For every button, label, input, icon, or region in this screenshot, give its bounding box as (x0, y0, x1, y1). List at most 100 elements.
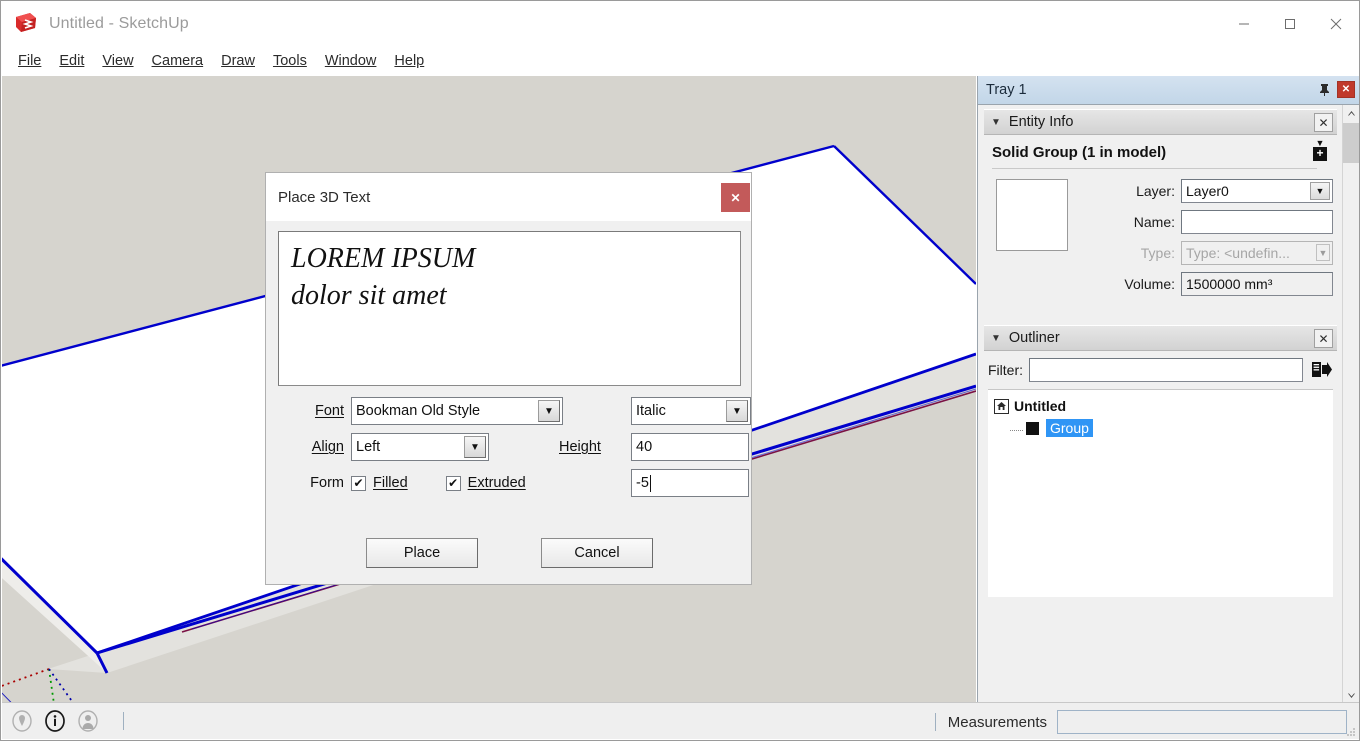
user-avatar-icon[interactable] (76, 709, 100, 733)
plus-icon: + (1313, 147, 1327, 161)
font-row: Font Bookman Old Style ▼ Italic ▼ (278, 397, 751, 425)
outliner-close-button[interactable]: ✕ (1314, 329, 1333, 348)
chevron-down-icon[interactable]: ▼ (1310, 182, 1330, 200)
entity-info-heading: Solid Group (1 in model) (992, 144, 1167, 161)
outliner-filter-row: Filter: (988, 358, 1333, 382)
menu-view-label: View (102, 53, 134, 69)
chevron-down-icon[interactable]: ▼ (464, 436, 486, 458)
solid-group-thumbnail (996, 179, 1068, 251)
chevron-down-icon[interactable]: ▼ (538, 400, 560, 422)
tray-close-button[interactable]: ✕ (1337, 81, 1355, 98)
outliner-tree[interactable]: Untitled Group (988, 389, 1333, 597)
entity-field-name: Name: (1076, 210, 1333, 234)
home-icon (994, 398, 1009, 414)
dialog-close-button[interactable]: ✕ (721, 183, 750, 212)
entity-field-volume: Volume: 1500000 mm³ (1076, 272, 1333, 296)
dialog-buttons: Place Cancel (266, 538, 753, 568)
outliner-filter-input[interactable] (1029, 358, 1303, 382)
info-circle-icon[interactable] (43, 709, 67, 733)
measurements-divider (934, 713, 936, 731)
place-button[interactable]: Place (366, 538, 478, 568)
entity-info-fields: Layer: Layer0 ▼ Name: Type: Type: <undef… (1076, 179, 1333, 303)
font-style-combobox[interactable]: Italic ▼ (631, 397, 751, 425)
menu-draw[interactable]: Draw (212, 51, 264, 71)
sketchup-window: Untitled - SketchUp File Edit View Camer… (0, 0, 1360, 741)
filled-checkbox[interactable]: ✔ (351, 475, 366, 491)
menu-window[interactable]: Window (316, 51, 386, 71)
resize-grip[interactable] (1345, 725, 1357, 737)
maximize-button[interactable] (1267, 1, 1313, 47)
extrude-depth-input[interactable]: -5 (631, 469, 749, 497)
window-titlebar: Untitled - SketchUp (1, 1, 1359, 47)
menu-window-label: Window (324, 53, 377, 69)
menubar: File Edit View Camera Draw Tools Window … (1, 47, 1359, 75)
outliner-group-label[interactable]: Group (1046, 419, 1093, 437)
dialog-titlebar: Place 3D Text ✕ (266, 173, 751, 221)
type-combobox: Type: <undefin... ▼ (1181, 241, 1333, 265)
align-label: Align (311, 439, 344, 455)
scroll-up-button[interactable] (1343, 105, 1360, 122)
entity-info-expander-button[interactable]: ▼ + (1311, 139, 1329, 165)
entity-info-title: Entity Info (1008, 114, 1074, 130)
chevron-down-icon[interactable]: ▼ (991, 117, 1001, 128)
layer-combobox[interactable]: Layer0 ▼ (1181, 179, 1333, 203)
height-label: Height (559, 439, 601, 455)
chevron-down-icon[interactable]: ▼ (991, 333, 1001, 344)
tray-scrollbar[interactable] (1342, 105, 1359, 704)
chevron-down-icon[interactable]: ▼ (726, 400, 748, 422)
cancel-button[interactable]: Cancel (541, 538, 653, 568)
entity-field-type: Type: Type: <undefin... ▼ (1076, 241, 1333, 265)
name-label: Name: (1133, 214, 1175, 230)
align-value: Left (356, 439, 381, 455)
outliner-header[interactable]: ▼ Outliner ✕ (984, 325, 1337, 351)
minimize-button[interactable] (1221, 1, 1267, 47)
entity-info-grid: Layer: Layer0 ▼ Name: Type: Type: <undef… (992, 179, 1333, 303)
menu-edit-label: Edit (59, 53, 85, 69)
outliner-root-node[interactable]: Untitled (994, 395, 1333, 417)
window-controls (1221, 1, 1359, 47)
extruded-label: Extruded (467, 475, 526, 491)
font-label: Font (314, 403, 344, 419)
menu-edit[interactable]: Edit (50, 51, 93, 71)
entity-info-close-button[interactable]: ✕ (1314, 113, 1333, 132)
menu-help-label: Help (394, 53, 425, 69)
text-input-area[interactable]: LOREM IPSUM dolor sit amet (278, 231, 741, 386)
geo-location-icon[interactable] (10, 709, 34, 733)
menu-file-label: File (18, 53, 42, 69)
status-divider (123, 712, 124, 730)
export-arrow-icon[interactable] (1311, 359, 1333, 381)
menu-camera[interactable]: Camera (143, 51, 213, 71)
filter-label: Filter: (988, 362, 1023, 378)
tray-header: Tray 1 ✕ (978, 76, 1359, 105)
entity-info-body: Solid Group (1 in model) ▼ + Layer: Laye… (978, 135, 1343, 303)
close-button[interactable] (1313, 1, 1359, 47)
measurements-area: Measurements (934, 710, 1347, 734)
height-value: 40 (636, 439, 653, 455)
extruded-checkbox[interactable]: ✔ (445, 475, 461, 491)
menu-file[interactable]: File (9, 51, 50, 71)
volume-label: Volume: (1124, 276, 1175, 292)
scrollbar-thumb[interactable] (1343, 123, 1359, 163)
place-3d-text-dialog: Place 3D Text ✕ LOREM IPSUM dolor sit am… (265, 172, 752, 585)
menu-camera-label: Camera (151, 53, 204, 69)
align-combobox[interactable]: Left ▼ (351, 433, 489, 461)
status-bar: Measurements (2, 702, 1359, 739)
menu-view[interactable]: View (93, 51, 142, 71)
filled-checkbox-group[interactable]: ✔ Filled (351, 475, 446, 491)
type-value: Type: <undefin... (1186, 245, 1290, 261)
pin-icon[interactable] (1316, 82, 1332, 98)
height-input[interactable]: 40 (631, 433, 749, 461)
layer-label: Layer: (1136, 183, 1175, 199)
outliner-child-node[interactable]: Group (1010, 417, 1333, 439)
extruded-checkbox-group[interactable]: ✔ Extruded (445, 475, 564, 491)
entity-info-header[interactable]: ▼ Entity Info ✕ (984, 109, 1337, 135)
dialog-form: Font Bookman Old Style ▼ Italic ▼ Align … (278, 397, 751, 497)
name-input[interactable] (1181, 210, 1333, 234)
menu-help[interactable]: Help (385, 51, 433, 71)
measurements-input[interactable] (1057, 710, 1347, 734)
menu-tools[interactable]: Tools (264, 51, 316, 71)
thumbnail-triangle (997, 250, 1067, 251)
font-combobox[interactable]: Bookman Old Style ▼ (351, 397, 563, 425)
tray-content: ▼ Entity Info ✕ Solid Group (1 in model)… (978, 105, 1343, 704)
outliner-body: Filter: Untitled Group (978, 351, 1343, 597)
